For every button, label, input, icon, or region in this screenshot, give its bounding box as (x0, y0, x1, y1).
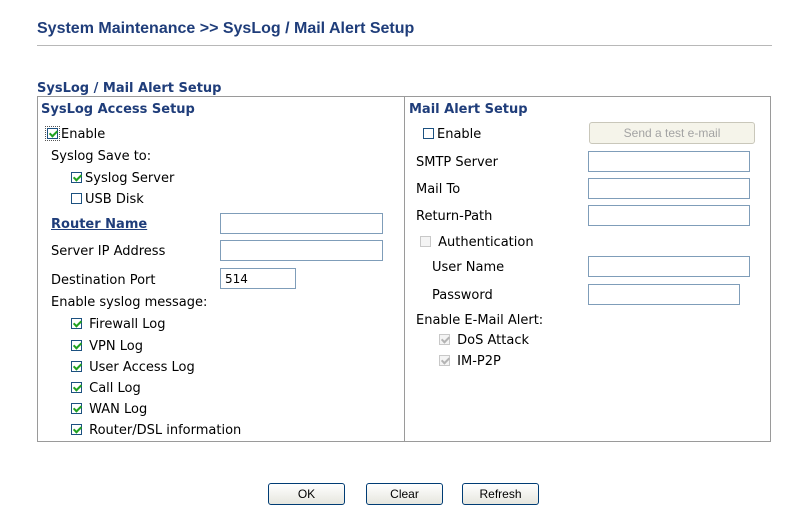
user-name-label: User Name (432, 260, 505, 275)
page-title: System Maintenance >> SysLog / Mail Aler… (37, 20, 415, 37)
syslog-enable-label: Enable (61, 127, 106, 142)
wan-log-label: WAN Log (89, 402, 148, 417)
checkbox-checked-icon (71, 318, 82, 329)
vpn-log-label: VPN Log (89, 339, 143, 354)
authentication-checkbox[interactable]: Authentication (420, 235, 534, 251)
checkbox-unchecked-icon (423, 128, 434, 139)
user-access-log-checkbox[interactable]: User Access Log (71, 360, 195, 376)
mail-alert-header: Mail Alert Setup (409, 102, 528, 117)
server-ip-input[interactable] (220, 240, 383, 261)
password-input[interactable] (588, 284, 740, 305)
enable-email-alert-label: Enable E-Mail Alert: (416, 313, 544, 328)
checkbox-checked-icon (439, 355, 450, 366)
checkbox-checked-icon (71, 403, 82, 414)
return-path-label: Return-Path (416, 209, 493, 224)
mail-enable-checkbox[interactable]: Enable (423, 127, 481, 143)
router-dsl-info-label: Router/DSL information (89, 423, 242, 438)
checkbox-checked-icon (71, 361, 82, 372)
firewall-log-checkbox[interactable]: Firewall Log (71, 317, 166, 333)
clear-button[interactable]: Clear (366, 483, 443, 505)
title-divider (37, 45, 772, 46)
checkbox-checked-icon (71, 382, 82, 393)
mail-to-input[interactable] (588, 178, 750, 199)
smtp-server-label: SMTP Server (416, 155, 499, 170)
dos-attack-checkbox[interactable]: DoS Attack (439, 333, 529, 349)
firewall-log-label: Firewall Log (89, 317, 166, 332)
refresh-button[interactable]: Refresh (462, 483, 539, 505)
vpn-log-checkbox[interactable]: VPN Log (71, 339, 143, 355)
checkbox-unchecked-icon (71, 193, 82, 204)
syslog-enable-checkbox[interactable]: Enable (45, 126, 106, 143)
checkbox-checked-icon (45, 126, 60, 141)
mail-enable-label: Enable (437, 127, 482, 142)
send-test-email-button[interactable]: Send a test e-mail (589, 122, 755, 144)
usb-disk-checkbox[interactable]: USB Disk (71, 192, 144, 208)
call-log-checkbox[interactable]: Call Log (71, 381, 141, 397)
destination-port-label: Destination Port (51, 273, 156, 288)
im-p2p-checkbox[interactable]: IM-P2P (439, 354, 501, 370)
usb-disk-label: USB Disk (85, 192, 144, 207)
user-access-log-label: User Access Log (89, 360, 195, 375)
router-name-link[interactable]: Router Name (51, 217, 147, 233)
password-label: Password (432, 288, 493, 303)
enable-syslog-message-label: Enable syslog message: (51, 295, 208, 310)
checkbox-checked-icon (71, 340, 82, 351)
checkbox-checked-icon (439, 334, 450, 345)
call-log-label: Call Log (89, 381, 141, 396)
column-divider (404, 96, 405, 442)
user-name-input[interactable] (588, 256, 750, 277)
return-path-input[interactable] (588, 205, 750, 226)
im-p2p-label: IM-P2P (457, 354, 501, 369)
syslog-access-header: SysLog Access Setup (41, 102, 195, 117)
syslog-server-checkbox[interactable]: Syslog Server (71, 171, 174, 187)
destination-port-input[interactable] (220, 268, 296, 289)
authentication-label: Authentication (438, 235, 534, 250)
section-title: SysLog / Mail Alert Setup (37, 81, 222, 96)
server-ip-label: Server IP Address (51, 244, 166, 259)
wan-log-checkbox[interactable]: WAN Log (71, 402, 147, 418)
checkbox-checked-icon (71, 172, 82, 183)
ok-button[interactable]: OK (268, 483, 345, 505)
smtp-server-input[interactable] (588, 151, 750, 172)
checkbox-checked-icon (71, 424, 82, 435)
router-dsl-info-checkbox[interactable]: Router/DSL information (71, 423, 241, 439)
syslog-server-label: Syslog Server (85, 171, 175, 186)
router-name-input[interactable] (220, 213, 383, 234)
dos-attack-label: DoS Attack (457, 333, 529, 348)
checkbox-unchecked-icon (420, 236, 431, 247)
mail-to-label: Mail To (416, 182, 461, 197)
syslog-save-to-label: Syslog Save to: (51, 149, 152, 164)
